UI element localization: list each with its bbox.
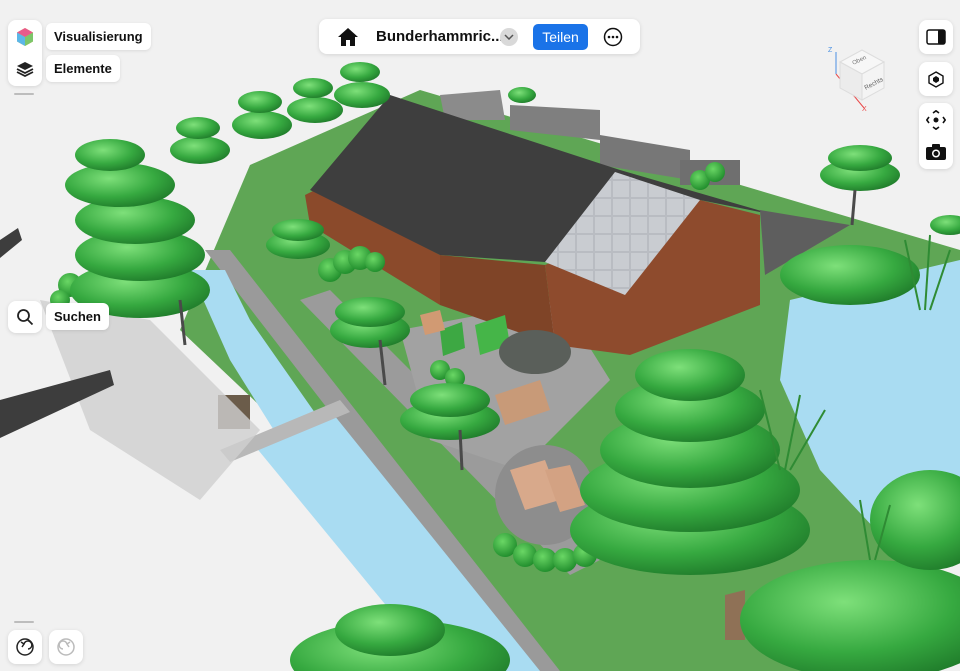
history-divider <box>14 621 34 623</box>
section-cube-button[interactable] <box>919 62 953 96</box>
chevron-down-icon <box>504 34 514 40</box>
view-cube-axis-z: Z <box>828 47 833 54</box>
search-label[interactable]: Suchen <box>46 303 109 330</box>
camera-icon[interactable] <box>919 137 953 167</box>
sidebar-panel-icon <box>926 29 946 45</box>
umbrella <box>499 330 571 374</box>
share-button[interactable]: Teilen <box>533 24 588 50</box>
project-dropdown-button[interactable] <box>500 28 518 46</box>
elements-label[interactable]: Elemente <box>46 55 120 82</box>
left-panel-divider <box>14 93 34 95</box>
3d-viewport[interactable] <box>0 0 960 671</box>
top-bar: Bunderhammric... Teilen <box>319 19 640 54</box>
redo-icon[interactable] <box>49 632 83 662</box>
home-icon[interactable] <box>331 22 365 52</box>
panel-toggle-button[interactable] <box>919 20 953 54</box>
visualization-label[interactable]: Visualisierung <box>46 23 151 50</box>
more-options-icon[interactable] <box>596 22 630 52</box>
view-cube-axis-x: X <box>862 106 867 112</box>
undo-icon[interactable] <box>8 632 42 662</box>
search-icon[interactable] <box>8 302 42 332</box>
fit-view-icon[interactable] <box>919 105 953 135</box>
layers-icon[interactable] <box>8 54 42 84</box>
view-cube[interactable]: Z X Oben Rechts <box>826 44 888 113</box>
section-box-icon <box>928 71 944 88</box>
project-title[interactable]: Bunderhammric... <box>376 28 504 45</box>
visualization-icon[interactable] <box>8 22 42 52</box>
